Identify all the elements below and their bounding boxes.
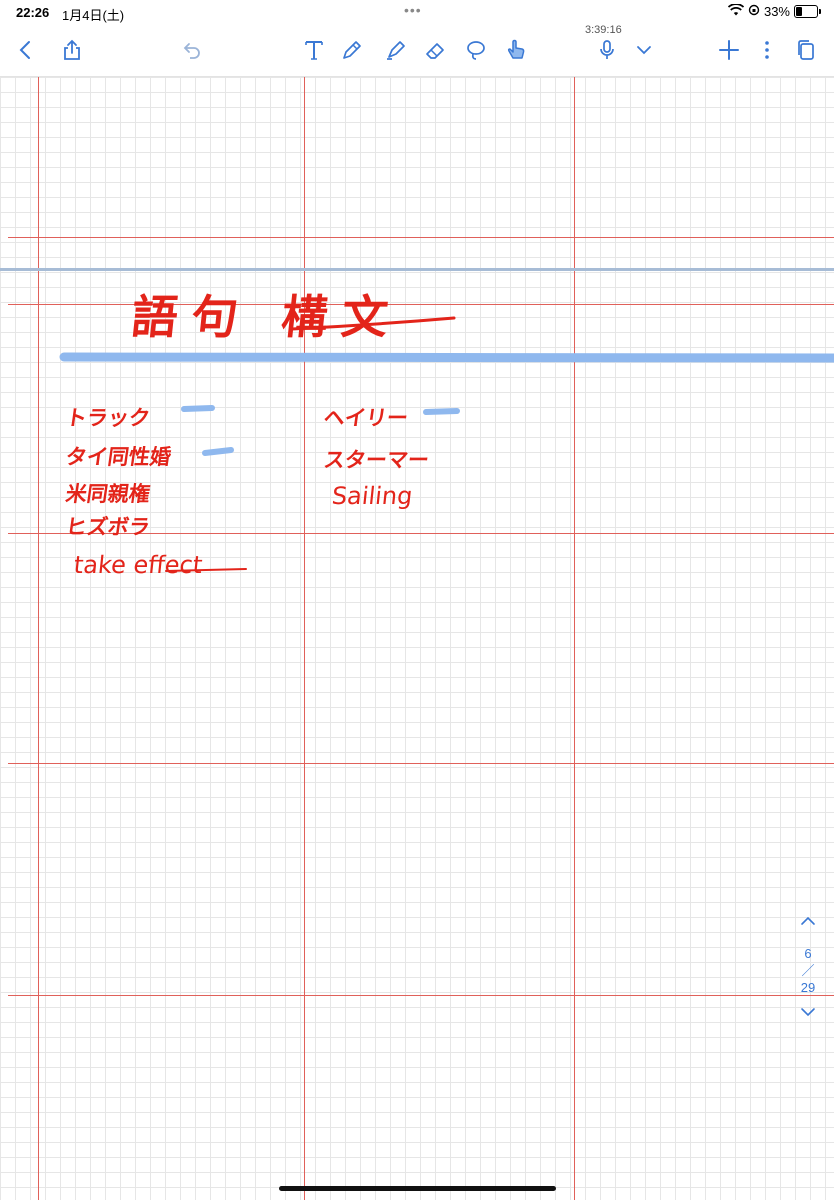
undo-button[interactable] bbox=[178, 36, 206, 64]
multitask-dots[interactable]: ••• bbox=[404, 2, 422, 18]
chevron-left-icon bbox=[19, 41, 30, 59]
highlight-mark bbox=[423, 408, 460, 415]
handwritten-item: 米同親権 bbox=[64, 482, 152, 506]
orientation-lock-icon bbox=[748, 4, 760, 19]
eraser-icon bbox=[426, 43, 444, 59]
wifi-icon bbox=[727, 3, 745, 19]
battery-fill bbox=[796, 7, 803, 16]
more-button[interactable] bbox=[753, 36, 781, 64]
home-indicator[interactable] bbox=[279, 1186, 556, 1191]
handwritten-item: スターマー bbox=[322, 448, 431, 472]
toolbar: 3:39:16 bbox=[0, 24, 834, 77]
touch-tool-button[interactable] bbox=[502, 36, 530, 64]
eraser-tool-button[interactable] bbox=[421, 36, 449, 64]
highlighter-tool-button[interactable] bbox=[382, 36, 410, 64]
handwritten-item: Sailing bbox=[330, 482, 414, 510]
status-date: 1月4日(土) bbox=[62, 8, 125, 23]
chevron-down-icon bbox=[637, 46, 651, 55]
hand-pointer-icon bbox=[507, 39, 525, 59]
status-time: 22:26 bbox=[16, 5, 50, 20]
handwritten-item: タイ同性婚 bbox=[64, 445, 173, 469]
pen-tool-button[interactable] bbox=[338, 36, 366, 64]
lasso-icon bbox=[467, 41, 485, 60]
chevron-down-icon bbox=[801, 1008, 815, 1017]
recording-timer: 3:39:16 bbox=[585, 24, 622, 36]
title-underline-highlight bbox=[59, 352, 834, 363]
battery-icon bbox=[794, 5, 821, 18]
handwritten-item: ヒズボラ bbox=[64, 515, 152, 539]
status-bar: 22:26 1月4日(土) ••• 33% bbox=[0, 0, 834, 24]
handwritten-item: トラック bbox=[64, 406, 152, 430]
undo-icon bbox=[183, 43, 200, 59]
total-page-count: 29 bbox=[800, 980, 816, 995]
more-vertical-icon bbox=[765, 41, 769, 59]
pen-icon bbox=[343, 41, 361, 59]
chevron-up-icon bbox=[801, 916, 815, 925]
text-icon bbox=[305, 41, 323, 60]
back-button[interactable] bbox=[12, 36, 40, 64]
previous-page-button[interactable] bbox=[796, 915, 820, 939]
page-title: 語句 構文 bbox=[128, 290, 405, 344]
text-tool-button[interactable] bbox=[300, 36, 328, 64]
share-button[interactable] bbox=[58, 36, 86, 64]
page-separator-slash: ／ bbox=[801, 963, 815, 978]
microphone-button[interactable] bbox=[593, 36, 621, 64]
lasso-tool-button[interactable] bbox=[462, 36, 490, 64]
pages-button[interactable] bbox=[792, 36, 820, 64]
status-indicators: 33% bbox=[727, 3, 821, 19]
handwritten-item: ヘイリー bbox=[322, 406, 410, 430]
pages-icon bbox=[798, 40, 814, 60]
battery-percent: 33% bbox=[763, 4, 790, 19]
highlight-mark bbox=[181, 405, 215, 412]
page-indicator: 6 ／ 29 bbox=[796, 915, 820, 1030]
highlight-mark bbox=[202, 447, 234, 456]
microphone-icon bbox=[600, 40, 614, 59]
notebook-page[interactable]: 語句 構文 トラック タイ同性婚 米同親権 ヒズボラ take effect ヘ… bbox=[0, 77, 834, 1200]
ink-layer bbox=[59, 316, 834, 572]
handwritten-item: take effect bbox=[72, 551, 204, 579]
add-page-button[interactable] bbox=[715, 36, 743, 64]
next-page-button[interactable] bbox=[796, 1006, 820, 1030]
current-page-number: 6 bbox=[804, 946, 812, 961]
recording-dropdown-button[interactable] bbox=[630, 36, 658, 64]
share-icon bbox=[64, 39, 80, 60]
plus-icon bbox=[719, 40, 739, 60]
highlighter-icon bbox=[387, 41, 405, 60]
